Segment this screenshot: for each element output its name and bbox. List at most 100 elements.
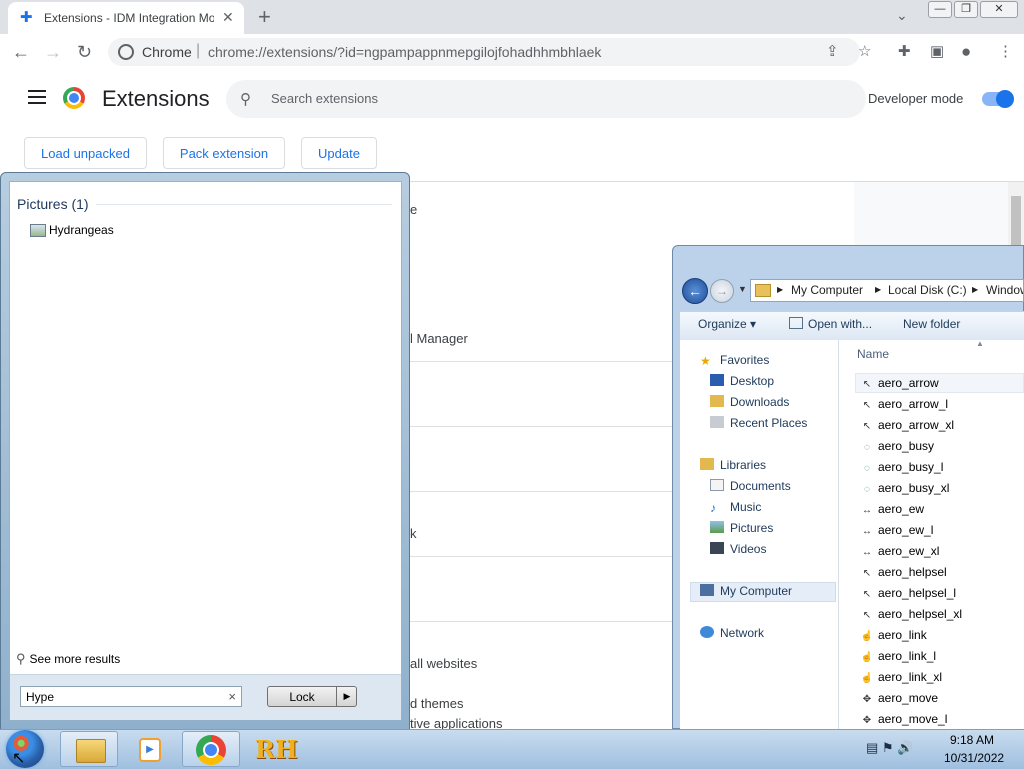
nav-label: Documents (730, 479, 791, 493)
breadcrumb-my-computer[interactable]: My Computer (791, 283, 863, 297)
close-window-button[interactable]: ✕ (980, 1, 1018, 18)
file-name: aero_busy (878, 439, 935, 453)
link-cursor-icon: ☝ (860, 631, 874, 642)
url-separator: | (196, 42, 201, 59)
file-name: aero_move_l (878, 712, 948, 726)
search-extensions-input[interactable]: ⚲ Search extensions (226, 80, 866, 118)
shutdown-options-arrow-icon[interactable]: ▶ (336, 687, 357, 706)
file-row[interactable]: ◌ aero_busy (860, 439, 934, 460)
clock-date[interactable]: 10/31/2022 (944, 751, 1004, 765)
breadcrumb-arrow-icon[interactable]: ▶ (777, 285, 783, 294)
maximize-button[interactable]: ❐ (954, 1, 978, 18)
address-bar[interactable]: Chrome | chrome://extensions/?id=ngpampa… (108, 38, 860, 66)
results-category-heading[interactable]: Pictures (1) (17, 196, 89, 212)
breadcrumb-windows[interactable]: Windows (986, 283, 1023, 297)
explorer-address-bar[interactable]: ▶ My Computer ▶ Local Disk (C:) ▶ Window… (750, 279, 1024, 302)
file-name: aero_busy_xl (878, 481, 950, 495)
nav-favorites[interactable]: ★ Favorites (700, 353, 769, 368)
file-row[interactable]: ↔ aero_ew (860, 502, 924, 523)
extensions-puzzle-icon[interactable]: ✚ (898, 43, 911, 61)
chrome-icon (196, 735, 226, 765)
start-search-input[interactable]: Hype × (20, 686, 242, 707)
update-button[interactable]: Update (301, 137, 377, 169)
file-row[interactable]: ↖ aero_arrow (860, 376, 939, 397)
nav-label: Videos (730, 542, 767, 556)
taskbar-chrome-button[interactable] (182, 731, 240, 767)
load-unpacked-button[interactable]: Load unpacked (24, 137, 147, 169)
system-tray-icons[interactable]: ▤ ⚑ 🔊 (866, 740, 913, 756)
explorer-forward-icon[interactable]: → (710, 279, 734, 303)
folder-icon (755, 284, 771, 297)
url-text[interactable]: chrome://extensions/?id=ngpampappnmepgil… (208, 44, 601, 60)
pictures-icon (710, 521, 724, 533)
chrome-menu-icon[interactable]: ⋮ (998, 43, 1013, 61)
pack-extension-button[interactable]: Pack extension (163, 137, 285, 169)
file-row[interactable]: ↖ aero_helpsel (860, 565, 947, 586)
file-row[interactable]: ◌ aero_busy_xl (860, 481, 949, 502)
developer-mode-toggle[interactable] (982, 90, 1014, 108)
divider (96, 204, 392, 205)
nav-desktop[interactable]: Desktop (710, 374, 774, 388)
file-name: aero_link (878, 628, 927, 642)
file-row[interactable]: ↖ aero_helpsel_xl (860, 607, 962, 628)
file-name: aero_arrow_l (878, 397, 949, 411)
lock-button[interactable]: Lock ▶ (267, 686, 357, 707)
file-row[interactable]: ↔ aero_ew_xl (860, 544, 939, 565)
bookmark-star-icon[interactable]: ☆ (858, 43, 871, 61)
nav-libraries[interactable]: Libraries (700, 458, 766, 472)
breadcrumb-arrow-icon[interactable]: ▶ (972, 285, 978, 294)
nav-network[interactable]: Network (700, 626, 764, 640)
file-row[interactable]: ◌ aero_busy_l (860, 460, 943, 481)
clock-time[interactable]: 9:18 AM (950, 733, 994, 747)
file-row[interactable]: ☝ aero_link_xl (860, 670, 942, 691)
column-header-name[interactable]: Name (857, 347, 889, 361)
breadcrumb-arrow-icon[interactable]: ▶ (875, 285, 881, 294)
share-icon[interactable]: ⇪ (826, 43, 839, 61)
forward-icon[interactable]: → (44, 42, 62, 62)
search-result-item[interactable]: Hydrangeas (30, 222, 190, 240)
nav-videos[interactable]: Videos (710, 542, 766, 556)
nav-music[interactable]: ♪ Music (710, 500, 761, 515)
file-row[interactable]: ☝ aero_link_l (860, 649, 936, 670)
minimize-button[interactable]: — (928, 1, 952, 18)
explorer-back-icon[interactable]: ← (682, 278, 708, 304)
file-row[interactable]: ☝ aero_link (860, 628, 927, 649)
tab-search-icon[interactable]: ⌄ (896, 7, 908, 24)
recent-pages-dropdown-icon[interactable]: ▼ (738, 284, 747, 294)
file-row[interactable]: ↖ aero_arrow_xl (860, 418, 954, 439)
breadcrumb-local-disk[interactable]: Local Disk (C:) (888, 283, 967, 297)
busy-cursor-icon: ◌ (864, 442, 870, 453)
media-player-icon: ▶ (139, 738, 161, 762)
site-info-icon[interactable] (118, 44, 134, 60)
nav-documents[interactable]: Documents (710, 479, 791, 493)
taskbar-media-player-button[interactable]: ▶ (121, 731, 179, 767)
back-icon[interactable]: ← (12, 42, 30, 62)
folder-icon (76, 739, 106, 763)
file-row[interactable]: ✥ aero_move (860, 691, 938, 712)
tab-close-icon[interactable]: ✕ (222, 9, 234, 26)
taskbar-explorer-button[interactable] (60, 731, 118, 767)
file-row[interactable]: ↖ aero_arrow_l (860, 397, 948, 418)
nav-recent-places[interactable]: Recent Places (710, 416, 807, 430)
taskbar-resource-hacker-button[interactable]: RH (246, 731, 304, 767)
file-name: aero_ew (878, 502, 925, 516)
file-name: aero_ew_l (878, 523, 934, 537)
clear-search-icon[interactable]: × (228, 689, 236, 704)
reload-icon[interactable]: ↻ (77, 42, 92, 62)
computer-icon (700, 584, 714, 596)
tab-extensions[interactable]: ✚ Extensions - IDM Integration Mo ✕ (8, 2, 244, 34)
nav-my-computer[interactable]: My Computer (700, 584, 792, 598)
side-panel-icon[interactable]: ▣ (930, 43, 944, 61)
nav-downloads[interactable]: Downloads (710, 395, 789, 409)
profile-icon[interactable]: ● (961, 43, 971, 61)
file-name: aero_helpsel_l (878, 586, 957, 600)
new-tab-button[interactable]: + (258, 4, 271, 30)
open-with-button[interactable]: Open with... (789, 317, 872, 331)
nav-pictures[interactable]: Pictures (710, 521, 773, 535)
file-row[interactable]: ↔ aero_ew_l (860, 523, 933, 544)
organize-button[interactable]: Organize ▾ (698, 317, 756, 331)
hamburger-menu-icon[interactable] (28, 90, 46, 108)
see-more-results-link[interactable]: ⚲ See more results (16, 651, 120, 667)
file-row[interactable]: ↖ aero_helpsel_l (860, 586, 956, 607)
new-folder-button[interactable]: New folder (903, 317, 960, 331)
